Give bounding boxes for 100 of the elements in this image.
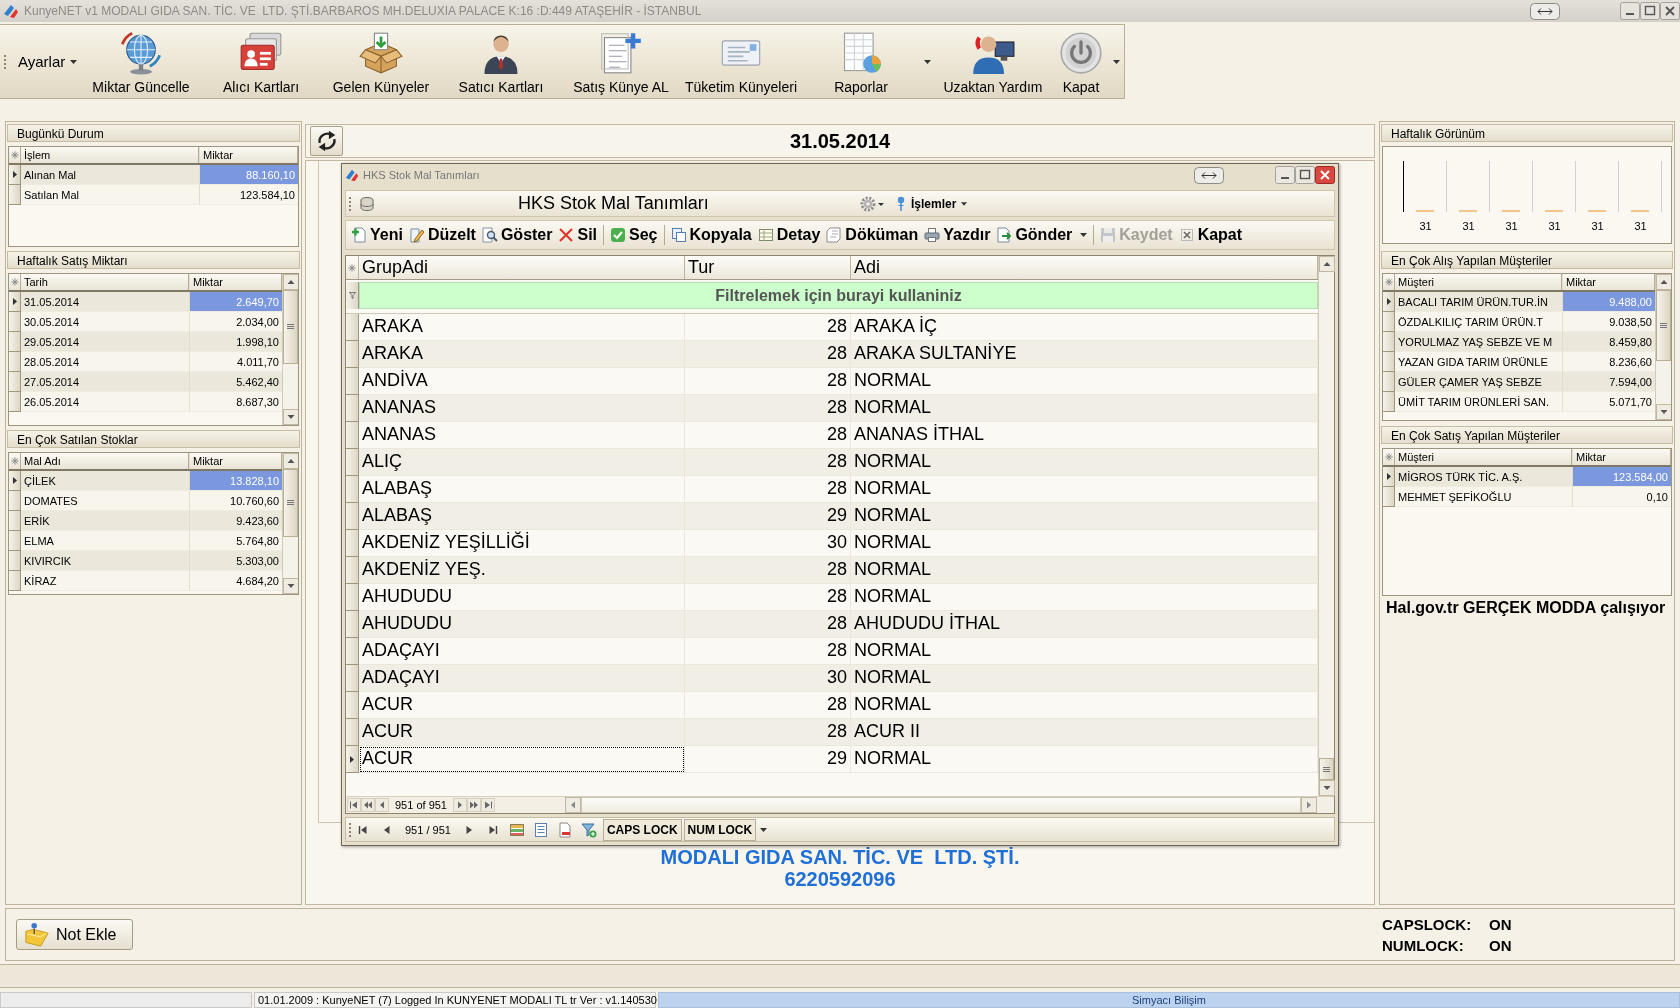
table-row[interactable]: MEHMET ŞEFİKOĞLU 0,10 bbox=[1383, 487, 1671, 507]
add-note-button[interactable]: Not Ekle bbox=[16, 919, 133, 950]
scroll-up-icon[interactable] bbox=[1656, 274, 1671, 290]
column-header[interactable]: Tarih bbox=[21, 274, 189, 290]
column-header[interactable]: Müşteri bbox=[1395, 274, 1562, 290]
list-page-icon[interactable] bbox=[532, 821, 549, 838]
table-row[interactable]: KİRAZ 4.684,20 bbox=[9, 571, 282, 591]
minimize-icon[interactable] bbox=[1620, 2, 1640, 20]
scroll-down-icon[interactable] bbox=[283, 409, 298, 425]
scroll-down-icon[interactable] bbox=[1319, 780, 1335, 796]
table-row[interactable]: ACUR 28 NORMAL bbox=[346, 692, 1318, 719]
table-row[interactable]: ÜMİT TARIM ÜRÜNLERİ SAN. 5.071,70 bbox=[1383, 392, 1655, 412]
column-header[interactable]: Müşteri bbox=[1395, 449, 1572, 465]
scrollbar-thumb[interactable] bbox=[1656, 290, 1671, 361]
table-row[interactable]: BACALI TARIM ÜRÜN.TUR.İN 9.488,00 bbox=[1383, 292, 1655, 312]
toolbar-button[interactable]: Tüketim Künyeleri bbox=[681, 25, 801, 98]
column-header[interactable]: GrupAdi bbox=[359, 256, 685, 279]
close-icon[interactable] bbox=[1660, 2, 1680, 20]
scrollbar-thumb[interactable] bbox=[1319, 758, 1334, 780]
next-record-icon[interactable] bbox=[453, 798, 467, 812]
table-row[interactable]: ARAKA 28 ARAKA SULTANİYE bbox=[346, 341, 1318, 368]
table-row[interactable]: 26.05.2014 8.687,30 bbox=[9, 392, 282, 412]
minimize-icon[interactable] bbox=[1275, 166, 1295, 184]
table-row[interactable]: ADAÇAYI 30 NORMAL bbox=[346, 665, 1318, 692]
table-row[interactable]: YAZAN GIDA TARIM ÜRÜNLE 8.236,60 bbox=[1383, 352, 1655, 372]
table-row[interactable]: MİGROS TÜRK TİC. A.Ş. 123.584,00 bbox=[1383, 467, 1671, 487]
table-row[interactable]: AKDENİZ YEŞ. 28 NORMAL bbox=[346, 557, 1318, 584]
table-row[interactable]: ACUR 28 ACUR II bbox=[346, 719, 1318, 746]
scrollbar-thumb[interactable] bbox=[283, 469, 298, 537]
toolbar-button[interactable]: Gelen Künyeler bbox=[321, 25, 441, 98]
table-row[interactable]: KIVIRCIK 5.303,00 bbox=[9, 551, 282, 571]
scroll-down-icon[interactable] bbox=[283, 578, 298, 594]
toolbar-button[interactable]: Raporlar bbox=[801, 25, 921, 98]
toolbar-button[interactable]: Alıcı Kartları bbox=[201, 25, 321, 98]
column-header[interactable]: Miktar bbox=[1572, 449, 1671, 465]
toolbar-button[interactable]: Uzaktan Yardım bbox=[933, 25, 1053, 98]
scroll-right-icon[interactable] bbox=[1301, 797, 1317, 813]
column-header[interactable]: Miktar bbox=[199, 147, 298, 163]
table-row[interactable]: YORULMAZ YAŞ SEBZE VE M 8.459,80 bbox=[1383, 332, 1655, 352]
previous-record-icon[interactable] bbox=[375, 798, 389, 812]
table-row[interactable]: 28.05.2014 4.011,70 bbox=[9, 352, 282, 372]
table-row[interactable]: ACUR 29 NORMAL bbox=[346, 746, 1318, 773]
toolbar-button[interactable]: Sil bbox=[555, 224, 601, 246]
previous-page-icon[interactable] bbox=[361, 798, 375, 812]
table-row[interactable]: ADAÇAYI 28 NORMAL bbox=[346, 638, 1318, 665]
table-row[interactable]: AHUDUDU 28 AHUDUDU İTHAL bbox=[346, 611, 1318, 638]
column-header[interactable]: İşlem bbox=[21, 147, 199, 163]
refresh-button[interactable] bbox=[310, 126, 343, 156]
operations-menu[interactable]: İşlemler bbox=[894, 195, 970, 212]
scroll-up-icon[interactable] bbox=[283, 453, 298, 469]
table-row[interactable]: ALIÇ 28 NORMAL bbox=[346, 449, 1318, 476]
table-row[interactable]: 31.05.2014 2.649,70 bbox=[9, 292, 282, 312]
scrollbar-thumb[interactable] bbox=[581, 797, 1301, 813]
table-row[interactable]: ÖZDALKILIÇ TARIM ÜRÜN.T 9.038,50 bbox=[1383, 312, 1655, 332]
toolbar-button[interactable]: Yazdır bbox=[921, 224, 994, 246]
scroll-left-icon[interactable] bbox=[565, 797, 581, 813]
scroll-up-icon[interactable] bbox=[1319, 256, 1335, 272]
toolbar-button[interactable]: Satıcı Kartları bbox=[441, 25, 561, 98]
table-row[interactable]: ERİK 9.423,60 bbox=[9, 511, 282, 531]
table-row[interactable]: ANANAS 28 ANANAS İTHAL bbox=[346, 422, 1318, 449]
toolbar-button[interactable]: Kapat bbox=[1053, 25, 1109, 98]
toolbar-button[interactable]: Gönder bbox=[993, 224, 1091, 246]
column-header[interactable]: Mal Adı bbox=[21, 453, 189, 469]
filter-add-icon[interactable] bbox=[580, 821, 597, 838]
caret-icon[interactable] bbox=[924, 59, 931, 64]
caret-icon[interactable] bbox=[760, 827, 768, 832]
toolbar-button[interactable]: Miktar Güncelle bbox=[81, 25, 201, 98]
maximize-icon[interactable] bbox=[1295, 166, 1315, 184]
toolbar-button[interactable]: Göster bbox=[478, 224, 556, 246]
toolbar-button[interactable]: Kapat bbox=[1175, 224, 1246, 246]
maximize-icon[interactable] bbox=[1640, 2, 1660, 20]
table-row[interactable]: ALABAŞ 29 NORMAL bbox=[346, 503, 1318, 530]
toolbar-button[interactable]: Satış Künye AL bbox=[561, 25, 681, 98]
table-row[interactable]: ANANAS 28 NORMAL bbox=[346, 395, 1318, 422]
toolbar-button[interactable]: Düzelt bbox=[405, 224, 479, 246]
table-row[interactable]: GÜLER ÇAMER YAŞ SEBZE 7.594,00 bbox=[1383, 372, 1655, 392]
table-row[interactable]: AHUDUDU 28 NORMAL bbox=[346, 584, 1318, 611]
toolbar-button[interactable]: Yeni bbox=[348, 224, 406, 246]
settings-menu[interactable]: Ayarlar bbox=[15, 53, 81, 70]
first-record-icon[interactable] bbox=[347, 798, 361, 812]
last-record-icon[interactable] bbox=[481, 798, 495, 812]
toolbar-button[interactable]: Seç bbox=[607, 224, 661, 246]
table-row[interactable]: 30.05.2014 2.034,00 bbox=[9, 312, 282, 332]
toolbar-overflow-icon[interactable] bbox=[1113, 59, 1120, 64]
toolbar-button[interactable]: Kopyala bbox=[667, 224, 755, 246]
document-icon[interactable] bbox=[556, 821, 573, 838]
table-row[interactable]: ANDİVA 28 NORMAL bbox=[346, 368, 1318, 395]
toolbar-button[interactable]: Detay bbox=[754, 224, 824, 246]
table-row[interactable]: DOMATES 10.760,60 bbox=[9, 491, 282, 511]
table-row[interactable]: ARAKA 28 ARAKA İÇ bbox=[346, 314, 1318, 341]
next-page-icon[interactable] bbox=[467, 798, 481, 812]
table-row[interactable]: Satılan Mal 123.584,10 bbox=[9, 185, 298, 205]
scroll-down-icon[interactable] bbox=[1656, 404, 1671, 420]
scrollbar-thumb[interactable] bbox=[283, 290, 298, 364]
close-icon[interactable] bbox=[1315, 166, 1335, 184]
table-row[interactable]: ALABAŞ 28 NORMAL bbox=[346, 476, 1318, 503]
scroll-up-icon[interactable] bbox=[283, 274, 298, 290]
table-row[interactable]: AKDENİZ YEŞİLLİĞİ 30 NORMAL bbox=[346, 530, 1318, 557]
toolbar-button[interactable]: Döküman bbox=[823, 224, 922, 246]
table-row[interactable]: 29.05.2014 1.998,10 bbox=[9, 332, 282, 352]
